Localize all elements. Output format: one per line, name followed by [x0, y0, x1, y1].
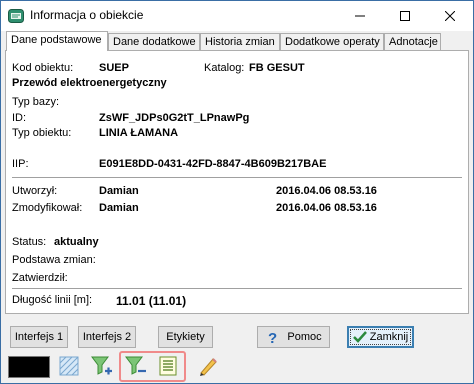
maximize-icon — [399, 11, 410, 21]
separator — [12, 177, 462, 179]
hatch-pattern-button[interactable] — [57, 354, 81, 378]
info-window: Informacja o obiekcie Dane podstawowe Da… — [0, 0, 474, 384]
podstawa-zmian-label: Podstawa zmian: — [12, 254, 96, 266]
zmodyfikowal-value: Damian — [99, 202, 139, 214]
color-swatch[interactable] — [8, 356, 50, 378]
typ-obiektu-value: LINIA ŁAMANA — [99, 127, 179, 139]
pencil-button[interactable] — [196, 354, 220, 378]
utworzyl-date: 2016.04.06 08.53.16 — [276, 185, 377, 197]
iip-value: E091E8DD-0431-42FD-8847-4B609B217BAE — [99, 158, 327, 170]
app-icon — [8, 9, 24, 23]
filter-remove-icon — [125, 356, 146, 375]
close-icon — [444, 11, 455, 21]
utworzyl-value: Damian — [99, 185, 139, 197]
filter-add-button[interactable] — [90, 354, 114, 378]
title-bar[interactable]: Informacja o obiekcie — [1, 1, 473, 31]
id-label: ID: — [12, 112, 27, 124]
close-window-button[interactable] — [427, 1, 472, 31]
pomoc-label: Pomoc — [287, 331, 322, 343]
katalog-label: Katalog: — [204, 62, 245, 74]
status-value: aktualny — [54, 236, 99, 248]
zmodyfikowal-label: Zmodyfikował: — [12, 202, 83, 214]
zamknij-label: Zamknij — [369, 331, 409, 343]
separator — [12, 288, 462, 290]
svg-text:?: ? — [268, 330, 277, 344]
tab-dane-dodatkowe[interactable]: Dane dodatkowe — [108, 33, 200, 50]
typ-bazy-label: Typ bazy: — [12, 96, 60, 108]
iip-label: IIP: — [12, 158, 29, 170]
dlugosc-linii-label: Długość linii [m]: — [12, 294, 93, 306]
status-label: Status: — [12, 236, 47, 248]
interfejs-2-button[interactable]: Interfejs 2 — [78, 326, 136, 348]
pencil-icon — [200, 358, 217, 376]
tab-dane-podstawowe[interactable]: Dane podstawowe — [6, 31, 108, 51]
list-icon — [159, 356, 177, 376]
minimize-icon — [354, 15, 365, 17]
katalog-value: FB GESUT — [249, 62, 305, 74]
tab-dodatkowe-operaty[interactable]: Dodatkowe operaty — [280, 33, 384, 50]
basic-data-panel: Kod obiektu: SUEP Katalog: FB GESUT Prze… — [5, 50, 469, 314]
tab-strip: Dane podstawowe Dane dodatkowe Historia … — [5, 31, 471, 51]
zmodyfikowal-date: 2016.04.06 08.53.16 — [276, 202, 377, 214]
filter-add-icon — [91, 356, 112, 375]
zatwierdzil-label: Zatwierdził: — [12, 272, 68, 284]
hatch-pattern-icon — [59, 356, 79, 376]
id-value: ZsWF_JDPs0G2tT_LPnawPg — [99, 112, 250, 124]
help-icon: ? — [268, 330, 277, 344]
filter-remove-button[interactable] — [124, 354, 148, 378]
tab-adnotacje[interactable]: Adnotacje — [384, 33, 441, 50]
typ-obiektu-label: Typ obiektu: — [12, 127, 72, 139]
maximize-button[interactable] — [382, 1, 427, 31]
dlugosc-linii-value: 11.01 (11.01) — [116, 294, 187, 308]
window-title: Informacja o obiekcie — [30, 8, 144, 22]
utworzyl-label: Utworzył: — [12, 185, 58, 197]
tab-historia-zmian[interactable]: Historia zmian — [200, 33, 280, 50]
kod-obiektu-value: SUEP — [99, 62, 129, 74]
pomoc-button[interactable]: ? Pomoc — [257, 326, 330, 348]
kod-obiektu-label: Kod obiektu: — [12, 62, 74, 74]
etykiety-button[interactable]: Etykiety — [158, 326, 213, 348]
checkmark-icon — [352, 331, 367, 343]
list-button[interactable] — [156, 354, 180, 378]
object-description: Przewód elektroenergetyczny — [12, 77, 167, 89]
minimize-button[interactable] — [337, 1, 382, 31]
zamknij-button[interactable]: Zamknij — [347, 326, 414, 348]
interfejs-1-button[interactable]: Interfejs 1 — [10, 326, 68, 348]
